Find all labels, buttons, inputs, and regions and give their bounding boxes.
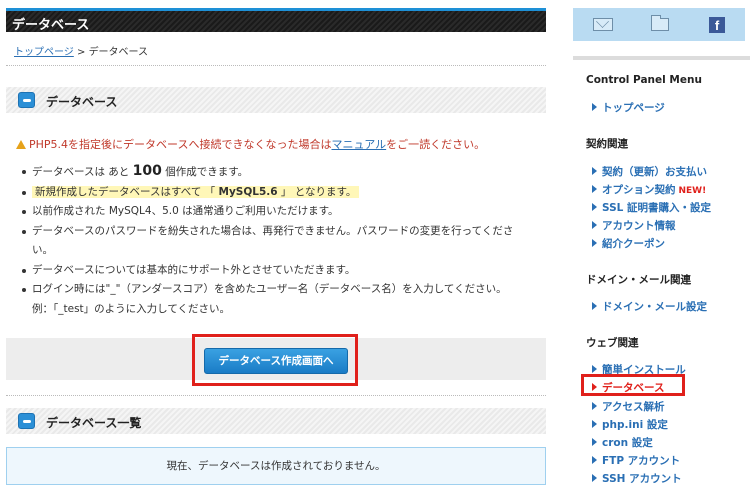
create-database-button[interactable]: データベース作成画面へ	[204, 348, 348, 374]
list-item: データベースは あと 100 個作成できます。	[20, 162, 530, 183]
share-bar: f	[573, 8, 745, 41]
sidebar: f Control Panel Menu トップページ 契約関連 契約（更新）お…	[573, 0, 750, 485]
mysql-version: MySQL5.6	[218, 185, 278, 198]
note-text: データベースは あと	[32, 166, 133, 178]
sidebar-group-domain: ドメイン・メール関連	[586, 274, 691, 286]
sidebar-menu-title: Control Panel Menu	[586, 74, 702, 86]
sidebar-item-label: オプション契約	[602, 184, 676, 196]
warning-icon	[16, 140, 26, 149]
section-title: データベース一覧	[46, 416, 142, 430]
list-item: 以前作成された MySQL4、5.0 は通常通りご利用いただけます。	[20, 202, 530, 222]
note-text: 」 となります。	[277, 185, 357, 198]
sidebar-group-web: ウェブ関連	[586, 337, 639, 349]
list-item-continuation: 例：「_test」のように入力してください。	[32, 302, 231, 315]
list-item: データベースについては基本的にサポート外とさせていただきます。	[20, 261, 530, 281]
notes-list: データベースは あと 100 個作成できます。 新規作成したデータベースはすべて…	[20, 162, 530, 319]
note-text: 新規作成したデータベースはすべて 「	[35, 185, 219, 198]
database-section-icon	[18, 92, 35, 108]
sidebar-item-options[interactable]: オプション契約 NEW!	[592, 182, 706, 197]
empty-database-message: 現在、データベースは作成されておりません。	[6, 447, 546, 485]
sidebar-item-payment[interactable]: 契約（更新）お支払い	[592, 164, 707, 179]
list-item: 新規作成したデータベースはすべて 「 MySQL5.6 」 となります。	[20, 183, 530, 203]
page-title: データベース	[12, 18, 90, 33]
divider	[6, 395, 546, 396]
sidebar-item-php-ini[interactable]: php.ini 設定	[592, 417, 668, 432]
list-item: ログイン時には"_"（アンダースコア）を含めたユーザー名（データベース名）を入力…	[20, 280, 530, 300]
remaining-count: 100	[132, 163, 162, 179]
sidebar-item-ftp[interactable]: FTP アカウント	[592, 453, 680, 468]
breadcrumb: トップページ > データベース	[14, 43, 148, 58]
section-title: データベース	[46, 95, 118, 109]
database-list-icon	[18, 413, 35, 429]
breadcrumb-separator: >	[73, 47, 89, 58]
facebook-icon[interactable]: f	[709, 17, 725, 33]
note-text: 個作成できます。	[161, 166, 249, 178]
sidebar-item-account[interactable]: アカウント情報	[592, 218, 676, 233]
breadcrumb-home-link[interactable]: トップページ	[14, 47, 74, 58]
sidebar-divider	[573, 56, 750, 60]
warning-text-prefix: PHP5.4を指定後にデータベースへ接続できなくなった場合は	[29, 138, 332, 151]
php-warning: PHP5.4を指定後にデータベースへ接続できなくなった場合はマニュアルをご一読く…	[16, 136, 485, 152]
list-item: データベースのパスワードを紛失された場合は、再発行できません。パスワードの変更を…	[20, 222, 530, 242]
manual-link[interactable]: マニュアル	[331, 138, 386, 151]
mysql-version-highlight: 新規作成したデータベースはすべて 「 MySQL5.6 」 となります。	[32, 185, 360, 198]
folder-icon[interactable]	[650, 15, 669, 31]
sidebar-item-ssl[interactable]: SSL 証明書購入・設定	[592, 200, 711, 215]
page-header: データベース	[6, 8, 546, 33]
sidebar-item-cron[interactable]: cron 設定	[592, 435, 653, 450]
section-database-header: データベース	[6, 87, 546, 113]
sidebar-item-coupon[interactable]: 紹介クーポン	[592, 236, 665, 251]
breadcrumb-current: データベース	[88, 47, 149, 58]
divider	[6, 65, 546, 66]
list-item-continuation: い。	[32, 244, 53, 256]
new-badge: NEW!	[678, 186, 707, 196]
sidebar-item-access-analysis[interactable]: アクセス解析	[592, 399, 664, 414]
warning-text-suffix: をご一読ください。	[386, 138, 486, 151]
sidebar-item-domain-mail[interactable]: ドメイン・メール設定	[592, 299, 707, 314]
sidebar-item-database[interactable]: データベース	[592, 380, 664, 395]
sidebar-item-ssh[interactable]: SSH アカウント	[592, 471, 682, 485]
main-content: データベース トップページ > データベース データベース PHP5.4を指定後…	[6, 8, 546, 485]
section-database-list-header: データベース一覧	[6, 408, 546, 434]
sidebar-item-top[interactable]: トップページ	[592, 100, 665, 115]
sidebar-group-contract: 契約関連	[586, 138, 628, 150]
mail-icon[interactable]	[593, 18, 613, 31]
